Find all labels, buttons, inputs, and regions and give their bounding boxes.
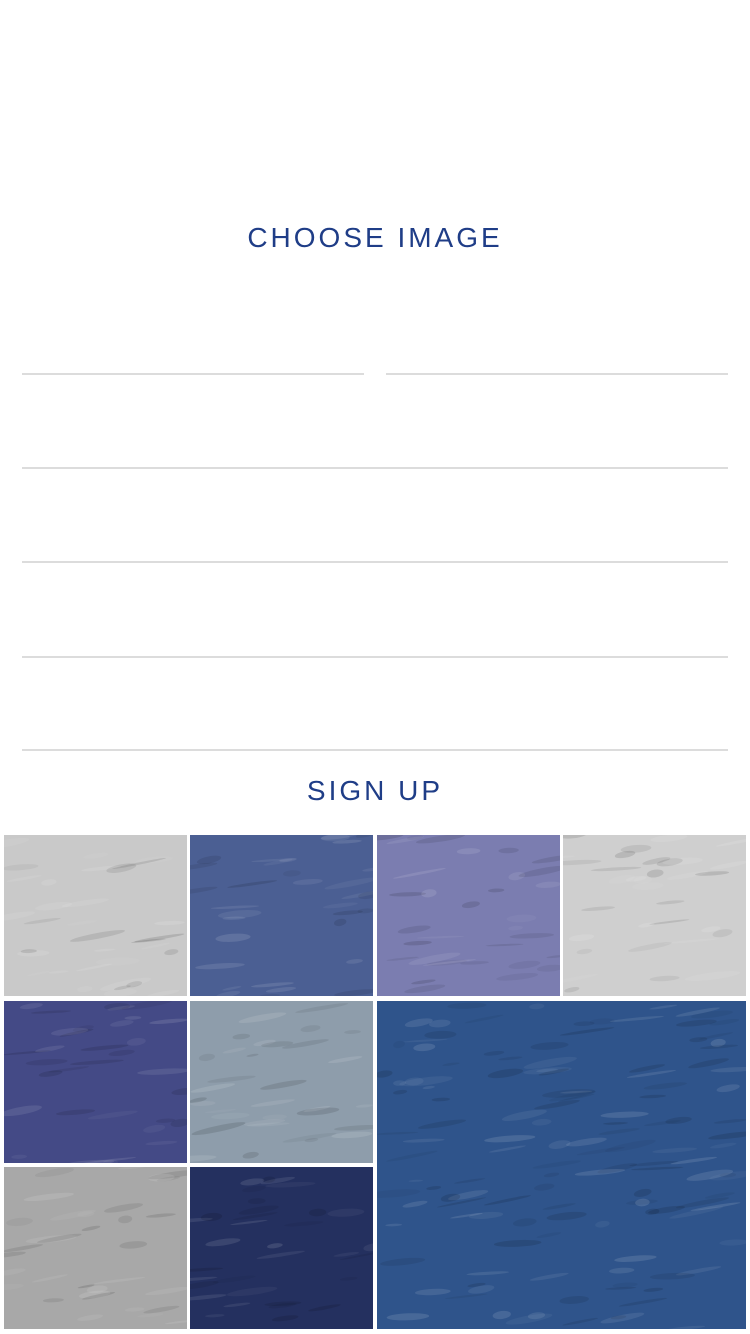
first-name-input[interactable] — [22, 303, 364, 373]
gallery-tile[interactable] — [190, 835, 373, 996]
gallery-tile[interactable] — [377, 835, 560, 996]
water-texture — [377, 1001, 746, 1329]
water-texture — [190, 1167, 373, 1329]
form-field-4[interactable] — [22, 491, 728, 563]
water-texture — [4, 1167, 187, 1329]
last-name-input[interactable] — [386, 303, 728, 373]
choose-image-button[interactable]: CHOOSE IMAGE — [0, 216, 750, 260]
gallery-tile[interactable] — [190, 1001, 373, 1163]
gallery-tile[interactable] — [4, 1167, 187, 1329]
sign-up-button[interactable]: SIGN UP — [0, 770, 750, 812]
form-field-6-input[interactable] — [22, 679, 728, 749]
gallery-tile[interactable] — [190, 1167, 373, 1329]
gallery-tile-large[interactable] — [377, 1001, 746, 1329]
form-field-6[interactable] — [22, 679, 728, 751]
form-field-3[interactable] — [22, 397, 728, 469]
form-field-5-input[interactable] — [22, 586, 728, 656]
gallery-tile[interactable] — [4, 1001, 187, 1163]
water-texture — [4, 835, 187, 996]
first-name-field[interactable] — [22, 303, 364, 375]
last-name-field[interactable] — [386, 303, 728, 375]
water-texture — [377, 835, 560, 996]
water-texture — [190, 1001, 373, 1163]
form-field-5[interactable] — [22, 586, 728, 658]
water-texture — [4, 1001, 187, 1163]
water-texture — [190, 835, 373, 996]
water-texture — [563, 835, 746, 996]
form-field-4-input[interactable] — [22, 491, 728, 561]
form-field-3-input[interactable] — [22, 397, 728, 467]
gallery-tile[interactable] — [563, 835, 746, 996]
gallery-tile[interactable] — [4, 835, 187, 996]
